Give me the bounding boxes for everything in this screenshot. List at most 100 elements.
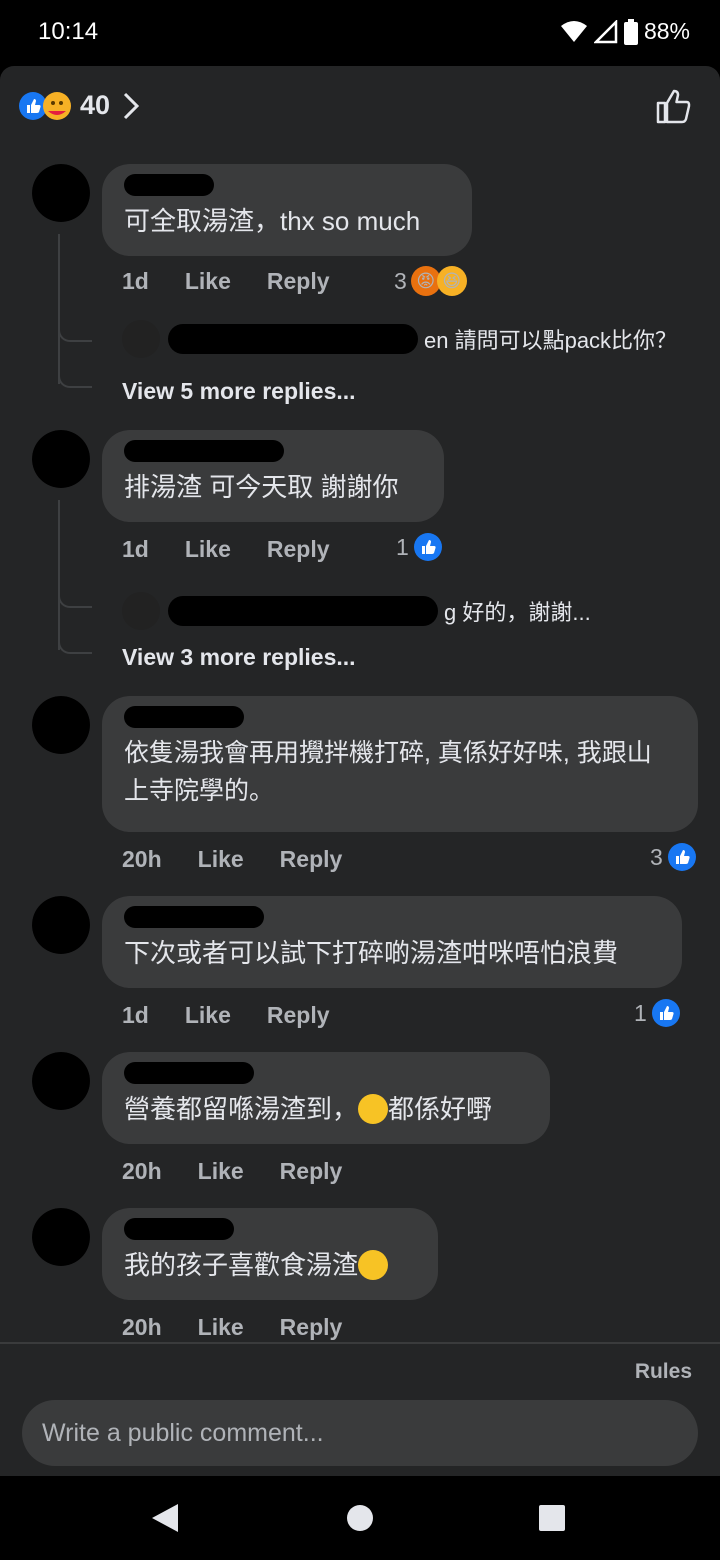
like-link[interactable]: Like	[185, 268, 231, 295]
redacted-name	[168, 324, 418, 354]
comment-actions: 20h Like Reply	[122, 1158, 378, 1185]
comment-actions: 1d Like Reply	[122, 268, 366, 295]
comment-age: 20h	[122, 846, 162, 872]
comment-actions: 1d Like Reply	[122, 536, 366, 563]
comment-text-part: 我的孩子喜歡食湯渣	[124, 1250, 359, 1280]
thread-line	[58, 500, 60, 650]
redacted-name	[124, 906, 264, 928]
reply-link[interactable]: Reply	[267, 1002, 330, 1029]
avatar[interactable]	[32, 896, 90, 954]
reaction-number: 3	[650, 843, 663, 870]
status-time: 10:14	[38, 18, 99, 45]
avatar[interactable]	[32, 164, 90, 222]
reaction-number: 3	[394, 267, 407, 294]
redacted-name	[124, 1062, 254, 1084]
battery-percent: 88%	[643, 18, 690, 44]
wifi-icon	[560, 20, 587, 42]
reply-link[interactable]: Reply	[280, 1314, 343, 1341]
reply-branch	[58, 322, 92, 342]
redacted-name	[168, 596, 438, 626]
comment-bubble[interactable]: 我的孩子喜歡食湯渣	[102, 1208, 438, 1300]
avatar[interactable]	[32, 430, 90, 488]
comment-actions: 1d Like Reply	[122, 1002, 366, 1029]
view-more-replies[interactable]: View 5 more replies...	[122, 378, 356, 405]
comment-text-part: 營養都留喺湯渣到，	[124, 1094, 359, 1124]
like-post-button[interactable]	[654, 86, 694, 126]
reply-avatar	[122, 320, 160, 358]
comment-actions: 20h Like Reply	[122, 846, 378, 873]
reaction-number: 1	[396, 533, 409, 560]
system-nav-bar	[0, 1476, 720, 1560]
status-icons: 88%	[560, 18, 690, 45]
back-icon[interactable]	[150, 1502, 180, 1534]
hugging-emoji	[358, 1250, 389, 1280]
recents-icon[interactable]	[538, 1502, 566, 1534]
thread-line	[58, 234, 60, 384]
like-reaction-icon	[413, 533, 442, 561]
reply-preview-text: en 請問可以點pack比你？	[424, 328, 678, 353]
comment-age: 1d	[122, 536, 149, 562]
comment-bubble[interactable]: 排湯渣 可今天取 謝謝你	[102, 430, 444, 522]
reply-link[interactable]: Reply	[280, 846, 343, 873]
comment-input[interactable]: Write a public comment...	[22, 1400, 698, 1466]
redacted-name	[124, 1218, 234, 1240]
comment-age: 20h	[122, 1158, 162, 1184]
like-link[interactable]: Like	[198, 1314, 244, 1341]
haha-icon: 😆	[436, 266, 467, 296]
reply-avatar	[122, 592, 160, 630]
comment-age: 1d	[122, 268, 149, 294]
comment-bubble[interactable]: 依隻湯我會再用攪拌機打碎, 真係好好味, 我跟山上寺院學的。	[102, 696, 698, 832]
comment-reactions[interactable]: 3	[650, 842, 697, 872]
chevron-right-icon	[123, 92, 140, 119]
like-link[interactable]: Like	[198, 1158, 244, 1185]
reaction-number: 1	[634, 999, 647, 1026]
comment-text-part: 都係好嘢	[388, 1094, 493, 1124]
avatar[interactable]	[32, 1208, 90, 1266]
reactions-summary[interactable]: 40	[18, 90, 140, 121]
reaction-count: 40	[80, 90, 111, 120]
avatar[interactable]	[32, 1052, 90, 1110]
comment-text: 可全取湯渣，thx so much	[124, 206, 421, 236]
status-bar: 10:14 88%	[0, 0, 720, 66]
comment-bubble[interactable]: 營養都留喺湯渣到， 都係好嘢	[102, 1052, 550, 1144]
slightly-smiling-emoji	[358, 1094, 389, 1124]
like-link[interactable]: Like	[185, 536, 231, 563]
like-reaction-icon	[667, 843, 696, 871]
reply-preview[interactable]: g 好的，謝謝...	[122, 592, 591, 630]
reply-branch	[58, 366, 92, 388]
redacted-name	[124, 174, 214, 196]
redacted-name	[124, 440, 284, 462]
comments-sheet: 40 可全取湯渣，thx so much 1d Like Reply 3 😡 😆…	[0, 66, 720, 1476]
battery-icon	[623, 18, 638, 45]
reply-branch	[58, 632, 92, 654]
avatar[interactable]	[32, 696, 90, 754]
comment-age: 20h	[122, 1314, 162, 1340]
like-link[interactable]: Like	[198, 846, 244, 873]
comment-bubble[interactable]: 下次或者可以試下打碎啲湯渣咁咪唔怕浪費	[102, 896, 682, 988]
comment-text: 營養都留喺湯渣到， 都係好嘢	[124, 1090, 528, 1128]
reply-link[interactable]: Reply	[280, 1158, 343, 1185]
comment-text: 排湯渣 可今天取 謝謝你	[124, 472, 399, 502]
reply-link[interactable]: Reply	[267, 536, 330, 563]
reply-link[interactable]: Reply	[267, 268, 330, 295]
reply-preview-text: g 好的，謝謝...	[444, 600, 591, 625]
comment-composer: Rules Write a public comment...	[0, 1342, 720, 1476]
rules-link[interactable]: Rules	[635, 1360, 692, 1384]
redacted-name	[124, 706, 244, 728]
reply-branch	[58, 586, 92, 608]
comment-bubble[interactable]: 可全取湯渣，thx so much	[102, 164, 472, 256]
comment-reactions[interactable]: 1	[396, 532, 443, 562]
like-link[interactable]: Like	[185, 1002, 231, 1029]
reply-preview[interactable]: en 請問可以點pack比你？	[122, 320, 677, 358]
comment-age: 1d	[122, 1002, 149, 1028]
comment-reactions[interactable]: 1	[634, 998, 681, 1028]
care-reaction-icon	[43, 91, 71, 120]
comment-text: 依隻湯我會再用攪拌機打碎, 真係好好味, 我跟山上寺院學的。	[124, 739, 652, 805]
comment-reactions[interactable]: 3 😡 😆	[394, 266, 467, 296]
comment-text: 我的孩子喜歡食湯渣	[124, 1246, 416, 1284]
cell-signal-icon	[593, 19, 618, 43]
view-more-replies[interactable]: View 3 more replies...	[122, 644, 356, 671]
comment-text: 下次或者可以試下打碎啲湯渣咁咪唔怕浪費	[124, 938, 619, 968]
home-icon[interactable]	[346, 1502, 374, 1534]
like-reaction-icon	[651, 999, 680, 1027]
